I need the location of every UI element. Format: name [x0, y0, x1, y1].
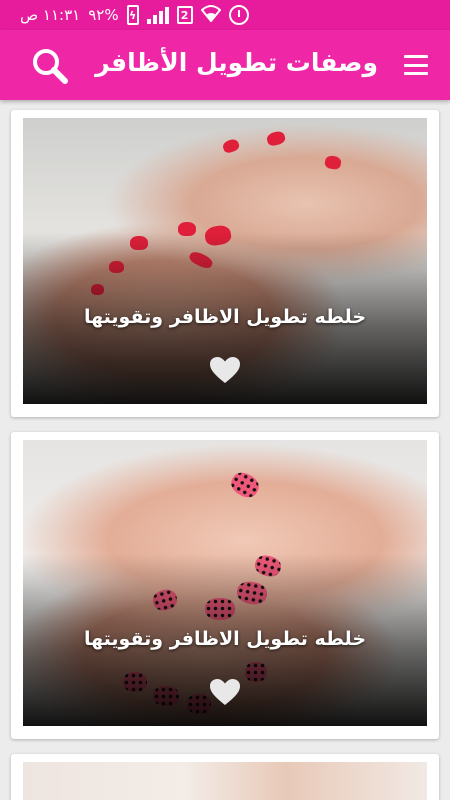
signal-icon — [146, 6, 169, 24]
search-icon — [33, 49, 68, 84]
status-left-group: ١١:٣١ ص ٩٢% ϟ 2 — [20, 4, 249, 26]
favorite-button[interactable] — [209, 356, 241, 384]
status-time: ١١:٣١ ص — [20, 6, 81, 24]
status-bar: ١١:٣١ ص ٩٢% ϟ 2 — [0, 0, 450, 30]
recipe-card[interactable]: خلطه تطويل الاظافر وتقويتها — [11, 110, 439, 417]
recipe-image: خلطه تطويل الاظافر وتقويتها — [23, 118, 427, 404]
recipe-title: خلطه تطويل الاظافر وتقويتها — [83, 306, 367, 328]
menu-button[interactable] — [404, 55, 428, 75]
alarm-icon — [228, 5, 249, 25]
menu-icon-line — [404, 72, 428, 75]
battery-icon: ϟ — [126, 5, 139, 25]
recipe-image: خلطه تطويل الاظافر وتقويتها — [23, 440, 427, 726]
menu-icon-line — [404, 55, 428, 58]
heart-icon — [210, 679, 240, 705]
favorite-button[interactable] — [209, 678, 241, 706]
menu-icon-line — [404, 63, 428, 67]
app-bar: وصفات تطويل الأظافر — [0, 30, 450, 100]
heart-icon — [210, 357, 240, 383]
recipe-image — [23, 762, 427, 800]
recipe-card[interactable] — [11, 754, 439, 800]
sim-icon: 2 — [176, 6, 193, 24]
recipe-card[interactable]: خلطه تطويل الاظافر وتقويتها — [11, 432, 439, 739]
recipe-title: خلطه تطويل الاظافر وتقويتها — [83, 628, 367, 650]
status-battery-percent: ٩٢% — [88, 6, 119, 24]
search-button[interactable] — [30, 46, 70, 86]
app-title: وصفات تطويل الأظافر — [95, 48, 378, 77]
wifi-icon — [200, 4, 221, 26]
